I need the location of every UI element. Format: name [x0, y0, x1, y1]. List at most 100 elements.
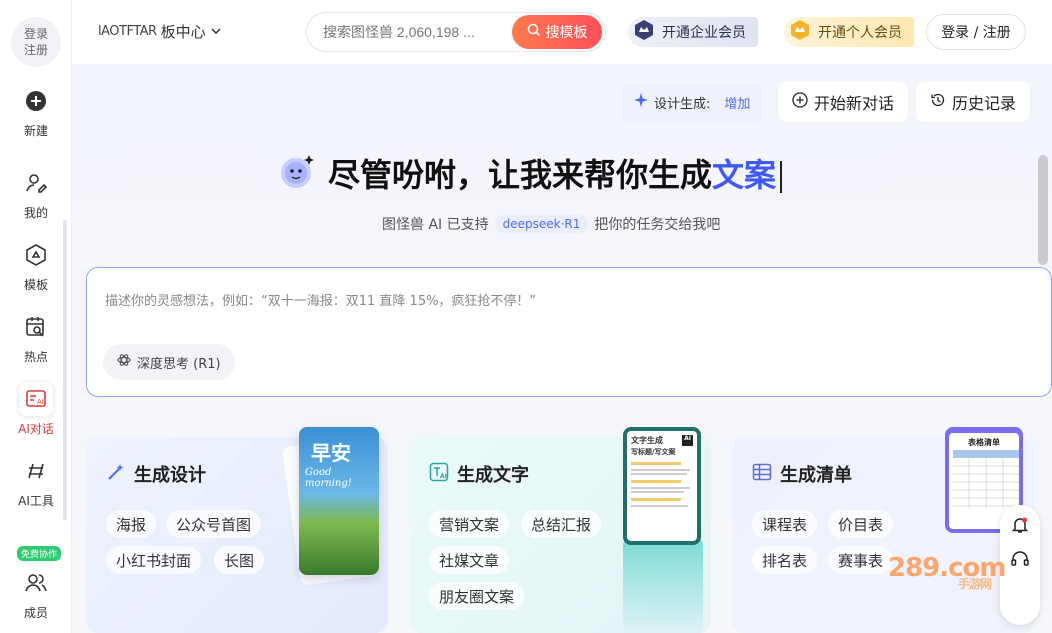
tag-price-list[interactable]: 价目表: [828, 510, 894, 538]
personal-crown-icon: [788, 18, 812, 46]
tag-social-article[interactable]: 社媒文章: [429, 546, 510, 574]
card-title-text: 生成清单: [780, 465, 852, 486]
floating-toolbar: [1000, 505, 1040, 625]
login-register-button[interactable]: 登录 / 注册: [926, 14, 1026, 50]
sidebar-item-label: AI对话: [18, 422, 54, 436]
tag-xiaohongshu-cover[interactable]: 小红书封面: [106, 546, 202, 574]
tag-wechat-cover[interactable]: 公众号首图: [166, 510, 262, 538]
enterprise-vip-button[interactable]: 开通企业会员: [628, 17, 758, 47]
svg-text:AI: AI: [440, 473, 447, 480]
sidebar-item-new[interactable]: 新建: [0, 84, 72, 139]
bell-icon[interactable]: [1010, 515, 1030, 539]
sidebar-item-ai-tools[interactable]: AI工具: [0, 454, 72, 509]
hero-highlight: 文案: [712, 156, 777, 194]
text-generation-thumbnail: 文字生成 AI 写标题/写文案: [623, 427, 701, 545]
sidebar-item-label: AI工具: [18, 494, 54, 508]
sidebar-item-template[interactable]: 模板: [0, 238, 72, 293]
sidebar-login-line2: 注册: [23, 43, 48, 57]
generate-design-card[interactable]: 生成设计 海报 公众号首图 小红书封面 长图 早安 Good morning!: [86, 427, 388, 633]
personal-vip-button[interactable]: 开通个人会员: [784, 17, 914, 47]
main-scrollbar[interactable]: [1038, 155, 1048, 265]
sidebar-item-ai-chat[interactable]: AI AI对话: [0, 382, 72, 437]
thumb-table-title: 表格清单: [968, 438, 1000, 447]
sidebar: 登录 注册 新建 我的 模板 热点 AI AI对话 AI工具 免费协作 成员: [0, 0, 72, 633]
plus-circle-icon: [19, 84, 53, 118]
search-bar: 搜模板: [306, 12, 606, 52]
sub-suffix: 把你的任务交给我吧: [594, 217, 721, 233]
search-icon: [527, 23, 541, 41]
sidebar-item-hot[interactable]: 热点: [0, 310, 72, 365]
free-collab-badge: 免费协作: [17, 546, 62, 561]
text-ai-icon: AI: [429, 462, 449, 487]
design-credit-box: 设计生成: 增加: [622, 82, 763, 122]
tag-ranking[interactable]: 排名表: [752, 546, 818, 574]
brand-text: lAOTFTAR: [98, 24, 157, 39]
tag-summary-report[interactable]: 总结汇报: [521, 510, 602, 538]
brand-dropdown[interactable]: lAOTFTAR 板中心: [98, 21, 222, 42]
credit-add-link[interactable]: 增加: [724, 93, 750, 112]
thumb-morning-script: Good morning!: [305, 467, 352, 489]
enterprise-crown-icon: [632, 18, 656, 46]
ai-chat-icon: AI: [19, 382, 53, 416]
card-title-text: 生成文字: [457, 465, 529, 486]
hero-subtitle: 图怪兽 AI 已支持 deepseek·R1 把你的任务交给我吧: [382, 214, 720, 234]
sidebar-item-label: 成员: [23, 606, 48, 620]
sidebar-login-button[interactable]: 登录 注册: [11, 17, 61, 67]
plus-circle-icon: [792, 92, 808, 112]
sub-prefix: 图怪兽 AI 已支持: [382, 217, 489, 233]
sidebar-item-label: 我的: [23, 206, 48, 220]
thumb-text-title: 文字生成: [631, 436, 663, 445]
tag-schedule[interactable]: 课程表: [752, 510, 818, 538]
text-caret: [780, 161, 783, 193]
sparkle-icon: [634, 93, 648, 111]
tag-long-image[interactable]: 长图: [214, 546, 265, 574]
thumb-glow: [623, 537, 703, 633]
search-button-label: 搜模板: [545, 25, 588, 41]
sidebar-login-line1: 登录: [23, 27, 48, 41]
hero-heading: 尽管吩咐，让我来帮你生成文案: [278, 150, 783, 196]
prompt-input-box[interactable]: 描述你的灵感想法，例如：“双十一海报：双11 直降 15%，疯狂抢不停！” 深度…: [86, 267, 1052, 397]
hot-search-icon: [19, 310, 53, 344]
headset-icon[interactable]: [1010, 549, 1030, 573]
generate-text-card[interactable]: AI 生成文字 营销文案 总结汇报 社媒文章 朋友圈文案 文字生成 AI 写标题/…: [409, 427, 711, 633]
search-input[interactable]: [307, 24, 512, 40]
thumb-ai-badge: AI: [682, 435, 693, 446]
tag-poster[interactable]: 海报: [106, 510, 157, 538]
watermark-logo: 289.com 手游网: [888, 553, 1007, 592]
card-title-text: 生成设计: [134, 465, 206, 486]
sidebar-item-label: 新建: [23, 124, 48, 138]
good-morning-thumbnail: 早安 Good morning!: [299, 427, 379, 575]
chevron-down-icon: [210, 23, 222, 41]
credit-label: 设计生成:: [654, 96, 711, 112]
history-button[interactable]: 历史记录: [916, 82, 1031, 122]
thumb-morning-text: 早安: [311, 441, 351, 465]
template-icon: [19, 238, 53, 272]
deepseek-badge: deepseek·R1: [494, 215, 589, 233]
brand-suffix: 板中心: [160, 23, 206, 41]
personal-vip-label: 开通个人会员: [818, 25, 902, 41]
tag-moments-copy[interactable]: 朋友圈文案: [429, 582, 525, 610]
hero-title: 尽管吩咐，让我来帮你生成文案: [328, 150, 783, 196]
deep-think-toggle[interactable]: 深度思考 (R1): [103, 344, 235, 380]
mascot-icon: [278, 151, 318, 195]
sidebar-item-label: 热点: [23, 350, 48, 364]
new-chat-button[interactable]: 开始新对话: [778, 82, 909, 122]
atom-icon: [117, 353, 131, 371]
prompt-placeholder: 描述你的灵感想法，例如：“双十一海报：双11 直降 15%，疯狂抢不停！”: [105, 294, 537, 309]
deep-think-label: 深度思考 (R1): [137, 356, 221, 372]
card-title: AI 生成文字: [429, 461, 529, 487]
search-button[interactable]: 搜模板: [512, 15, 602, 49]
user-edit-icon: [19, 166, 53, 200]
tag-marketing-copy[interactable]: 营销文案: [429, 510, 510, 538]
tag-match-table[interactable]: 赛事表: [828, 546, 894, 574]
members-icon: [19, 566, 53, 600]
main-content: 设计生成: 增加 开始新对话 历史记录 尽管吩咐，让我来帮你生成文案 图怪兽 A…: [72, 64, 1052, 633]
generate-list-card[interactable]: 生成清单 课程表 价目表 排名表 赛事表 表格清单: [732, 427, 1034, 633]
new-chat-label: 开始新对话: [814, 94, 895, 113]
sidebar-item-members[interactable]: 成员: [0, 566, 72, 621]
sidebar-scrollbar[interactable]: [63, 220, 67, 520]
history-label: 历史记录: [952, 94, 1017, 113]
sidebar-item-mine[interactable]: 我的: [0, 166, 72, 221]
top-bar: lAOTFTAR 板中心 搜模板 开通企业会员 开通个人会员 登录 / 注册: [72, 0, 1052, 64]
svg-text:AI: AI: [37, 398, 44, 406]
